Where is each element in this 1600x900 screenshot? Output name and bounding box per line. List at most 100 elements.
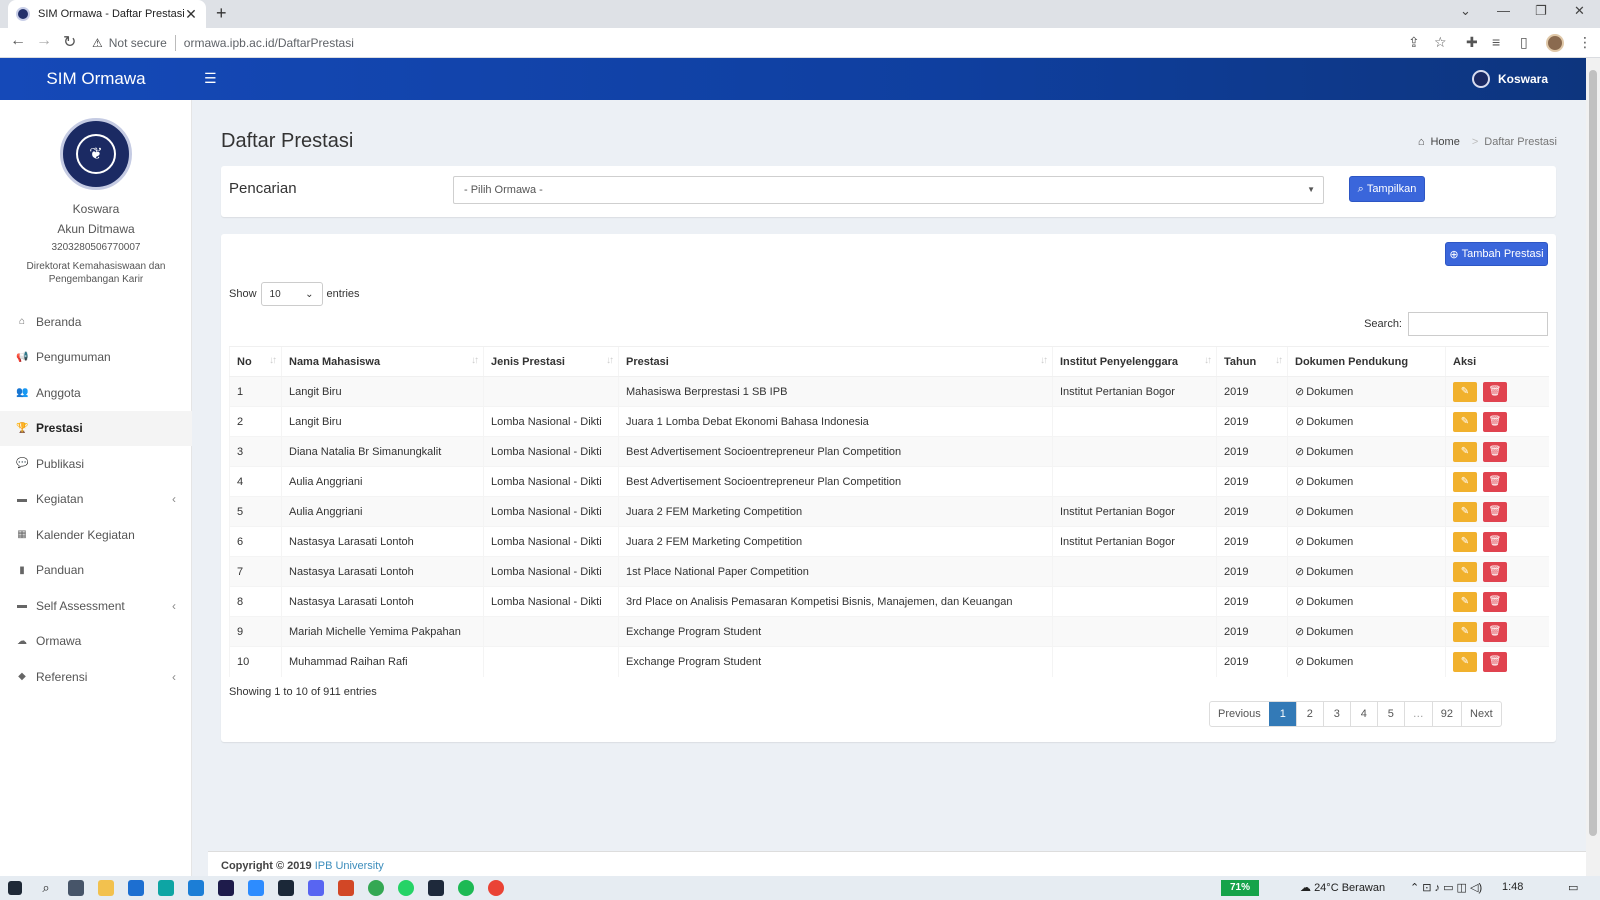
column-header-prestasi[interactable]: Prestasi ↓↑ — [618, 346, 1053, 377]
sidebar-item-ormawa[interactable]: ☁ Ormawa — [0, 624, 192, 660]
taskbar-search-icon[interactable]: ⌕ — [38, 880, 54, 896]
pagination-next[interactable]: Next — [1461, 702, 1501, 726]
browser-profile-avatar[interactable] — [1546, 34, 1564, 52]
zoom-icon[interactable] — [248, 880, 264, 896]
dokumen-link[interactable]: ⊘ Dokumen — [1295, 626, 1353, 638]
notification-icon[interactable]: ▭ — [1568, 881, 1578, 894]
edit-button[interactable]: ✎ — [1453, 411, 1477, 432]
column-header-tahun[interactable]: Tahun ↓↑ — [1216, 346, 1288, 377]
delete-button[interactable]: 🗑 — [1483, 621, 1507, 642]
sidebar-item-anggota[interactable]: 👥 Anggota — [0, 375, 192, 411]
edge-icon[interactable] — [158, 880, 174, 896]
pagination-page-3[interactable]: 3 — [1322, 702, 1350, 726]
extensions-icon[interactable]: ✚ — [1466, 34, 1478, 51]
steam-icon[interactable] — [278, 880, 294, 896]
sidebar-item-publikasi[interactable]: 💬 Publikasi — [0, 446, 192, 482]
delete-button[interactable]: 🗑 — [1483, 381, 1507, 402]
delete-button[interactable]: 🗑 — [1483, 411, 1507, 432]
app-l-icon[interactable] — [188, 880, 204, 896]
back-icon[interactable]: ← — [10, 32, 26, 50]
page-scrollbar[interactable] — [1586, 58, 1600, 876]
delete-button[interactable]: 🗑 — [1483, 561, 1507, 582]
sidebar-item-self-assessment[interactable]: ▬ Self Assessment ‹ — [0, 588, 192, 624]
tray-icons[interactable]: ⌃ ⊡ ♪ ▭ ◫ ◁) — [1410, 881, 1482, 894]
pagination-previous[interactable]: Previous — [1210, 702, 1269, 726]
edit-button[interactable]: ✎ — [1453, 441, 1477, 462]
pagination-page-2[interactable]: 2 — [1295, 702, 1323, 726]
restore-icon[interactable]: ❐ — [1535, 3, 1547, 19]
column-header-nama[interactable]: Nama Mahasiswa ↓↑ — [281, 346, 484, 377]
delete-button[interactable]: 🗑 — [1483, 591, 1507, 612]
pagination-page-5[interactable]: 5 — [1376, 702, 1404, 726]
delete-button[interactable]: 🗑 — [1483, 501, 1507, 522]
ormawa-select[interactable]: - Pilih Ormawa - ▼ — [453, 176, 1324, 204]
sidebar-item-pengumuman[interactable]: 📢 Pengumuman — [0, 340, 192, 376]
reload-icon[interactable]: ↻ — [63, 32, 76, 52]
bookmark-star-icon[interactable]: ☆ — [1434, 34, 1447, 51]
spotify-icon[interactable] — [458, 880, 474, 896]
edit-button[interactable]: ✎ — [1453, 621, 1477, 642]
column-header-institut[interactable]: Institut Penyelenggara ↓↑ — [1052, 346, 1217, 377]
sidebar-toggle-icon[interactable]: ☰ — [204, 70, 217, 87]
discord-icon[interactable] — [308, 880, 324, 896]
minimize-icon[interactable]: — — [1497, 3, 1510, 18]
dokumen-link[interactable]: ⊘ Dokumen — [1295, 596, 1353, 608]
address-bar[interactable]: ⚠ Not secure ormawa.ipb.ac.id/DaftarPres… — [92, 31, 1452, 55]
column-header-jenis[interactable]: Jenis Prestasi ↓↑ — [483, 346, 619, 377]
delete-button[interactable]: 🗑 — [1483, 531, 1507, 552]
brand-logo[interactable]: SIM Ormawa — [0, 58, 192, 100]
sidebar-item-kalender-kegiatan[interactable]: ▦ Kalender Kegiatan — [0, 517, 192, 553]
delete-button[interactable]: 🗑 — [1483, 651, 1507, 672]
close-tab-icon[interactable]: ✕ — [184, 6, 198, 23]
user-menu[interactable]: Koswara — [1471, 58, 1548, 100]
file-explorer-icon[interactable] — [98, 880, 114, 896]
tampilkan-button[interactable]: ⌕ Tampilkan — [1349, 176, 1425, 202]
page-length-select[interactable]: 10 ⌄ — [260, 282, 323, 306]
sidebar-item-panduan[interactable]: ▮ Panduan — [0, 553, 192, 589]
task-view-icon[interactable] — [68, 880, 84, 896]
footer-link[interactable]: IPB University — [315, 860, 384, 872]
forward-icon[interactable]: → — [36, 32, 52, 50]
edit-button[interactable]: ✎ — [1453, 381, 1477, 402]
windows-start-icon[interactable] — [8, 881, 22, 895]
table-search-input[interactable] — [1408, 312, 1548, 336]
chrome-active-icon[interactable] — [488, 880, 504, 896]
sidebar-item-kegiatan[interactable]: ▬ Kegiatan ‹ — [0, 482, 192, 518]
dokumen-link[interactable]: ⊘ Dokumen — [1295, 506, 1353, 518]
chrome-icon[interactable] — [368, 880, 384, 896]
menu-dots-icon[interactable]: ⋮ — [1578, 34, 1592, 51]
edit-button[interactable]: ✎ — [1453, 471, 1477, 492]
edit-button[interactable]: ✎ — [1453, 651, 1477, 672]
delete-button[interactable]: 🗑 — [1483, 441, 1507, 462]
weather-widget[interactable]: ☁ 24°C Berawan — [1300, 881, 1385, 894]
sidebar-item-beranda[interactable]: ⌂ Beranda — [0, 304, 192, 340]
mail-icon[interactable] — [128, 880, 144, 896]
dokumen-link[interactable]: ⊘ Dokumen — [1295, 416, 1353, 428]
side-panel-icon[interactable]: ▯ — [1520, 34, 1528, 51]
edit-button[interactable]: ✎ — [1453, 531, 1477, 552]
dokumen-link[interactable]: ⊘ Dokumen — [1295, 446, 1353, 458]
tab-search-icon[interactable]: ⌄ — [1460, 3, 1471, 19]
sidebar-item-referensi[interactable]: ◆ Referensi ‹ — [0, 659, 192, 695]
dokumen-link[interactable]: ⊘ Dokumen — [1295, 656, 1353, 668]
scrollbar-thumb[interactable] — [1589, 70, 1597, 836]
browser-tab[interactable]: SIM Ormawa - Daftar Prestasi ✕ — [8, 0, 206, 28]
dokumen-link[interactable]: ⊘ Dokumen — [1295, 566, 1353, 578]
dokumen-link[interactable]: ⊘ Dokumen — [1295, 476, 1353, 488]
whatsapp-icon[interactable] — [398, 880, 414, 896]
dokumen-link[interactable]: ⊘ Dokumen — [1295, 386, 1353, 398]
media-icon[interactable]: ≡ — [1492, 34, 1500, 50]
breadcrumb-home-link[interactable]: Home — [1430, 136, 1459, 148]
new-tab-icon[interactable]: + — [216, 3, 227, 24]
close-window-icon[interactable]: ✕ — [1574, 3, 1585, 19]
column-header-no[interactable]: No ↓↑ — [229, 346, 282, 377]
share-icon[interactable]: ⇪ — [1408, 34, 1420, 51]
edit-button[interactable]: ✎ — [1453, 501, 1477, 522]
pagination-page-1[interactable]: 1 — [1268, 702, 1296, 726]
premiere-icon[interactable] — [218, 880, 234, 896]
dokumen-link[interactable]: ⊘ Dokumen — [1295, 536, 1353, 548]
powerpoint-icon[interactable] — [338, 880, 354, 896]
delete-button[interactable]: 🗑 — [1483, 471, 1507, 492]
tambah-prestasi-button[interactable]: ⊕ Tambah Prestasi — [1445, 242, 1548, 266]
app-dark-icon[interactable] — [428, 880, 444, 896]
